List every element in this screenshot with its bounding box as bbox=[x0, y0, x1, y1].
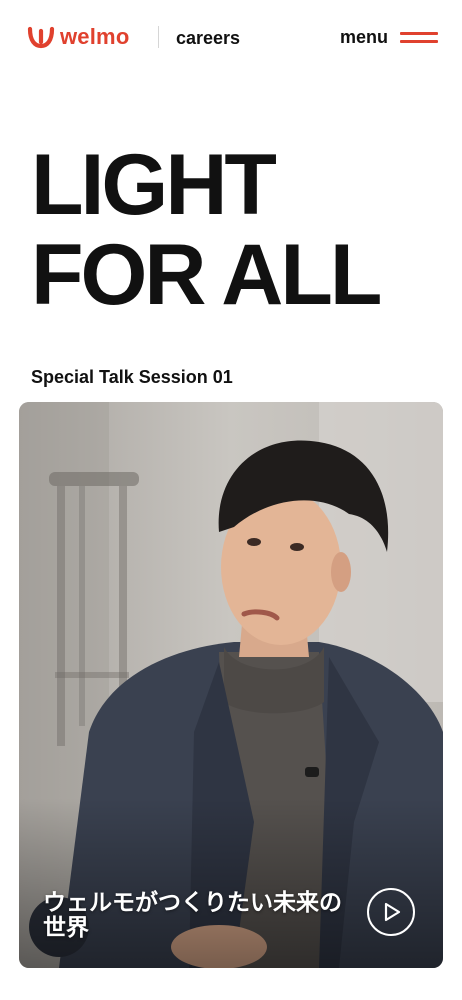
header-divider bbox=[158, 26, 159, 48]
menu-button[interactable]: menu bbox=[340, 26, 438, 48]
play-button[interactable] bbox=[367, 888, 415, 936]
careers-link[interactable]: careers bbox=[176, 27, 240, 49]
interview-photo bbox=[19, 402, 443, 968]
hero-line-1: LIGHT bbox=[31, 137, 277, 233]
site-header: welmo careers menu bbox=[0, 0, 462, 76]
video-caption: ウェルモがつくりたい未来の世界 bbox=[43, 889, 342, 940]
hero-heading: LIGHT FOR ALL bbox=[31, 137, 382, 323]
hamburger-icon bbox=[400, 30, 438, 44]
video-card[interactable]: ウェルモがつくりたい未来の世界 bbox=[19, 402, 443, 968]
play-icon bbox=[384, 902, 401, 922]
hero-line-2: FOR ALL bbox=[31, 227, 382, 323]
welmo-logo-icon bbox=[27, 26, 55, 49]
session-label: Special Talk Session 01 bbox=[31, 367, 233, 387]
logo-text: welmo bbox=[60, 24, 130, 49]
menu-label: menu bbox=[339, 27, 388, 47]
welmo-logo[interactable]: welmo bbox=[27, 24, 129, 50]
